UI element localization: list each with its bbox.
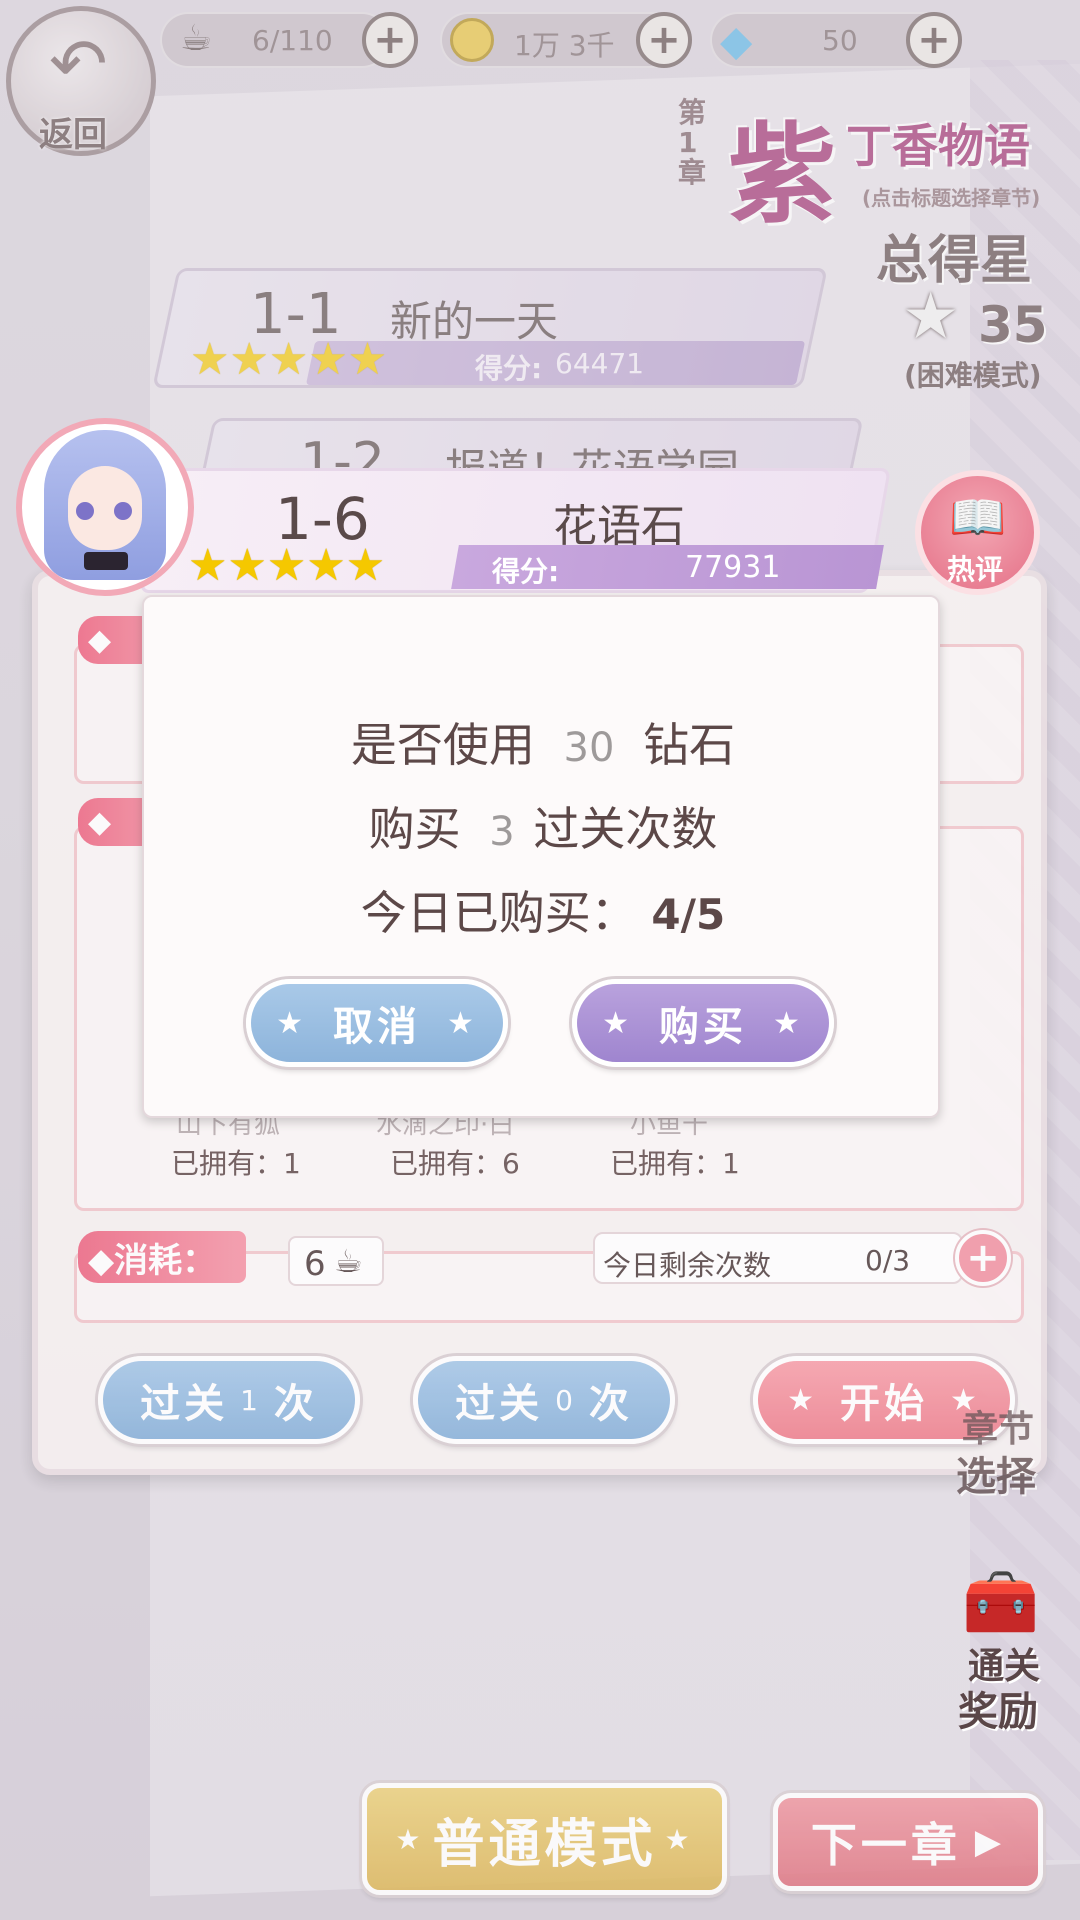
stage-score-label: 得分: [492,555,560,588]
star-icon: ★ [787,1382,818,1418]
reward-owned-3: 已拥有：1 [610,1147,740,1180]
cost-amount-box: 6 ☕ [288,1236,384,1286]
next-chapter-label: 下一章 [810,1818,961,1872]
daily-remaining-value: 0/3 [865,1244,911,1277]
star-icon: ★ [447,1005,478,1041]
book-icon: 📖 [949,490,1007,544]
normal-mode-label: 普通模式 [432,1814,657,1875]
dialog-bought-today-label: 今日已购买： [360,886,637,940]
buy-label: 购买 [659,1004,747,1050]
sweep-once-prefix: 过关 [140,1381,229,1427]
avatar-bow [84,552,128,570]
hot-review-button[interactable]: 📖 热评 [915,470,1040,595]
avatar-eye [114,502,132,520]
clear-reward-bottom-label: 奖励 [958,1689,1038,1735]
dialog-line2-text-a: 购买 [368,802,461,856]
character-avatar [16,418,194,596]
stage-score-value: 77931 [685,550,781,585]
dialog-purchase-count: 3 [489,809,515,855]
cost-tag: ◆消耗： [78,1231,246,1283]
add-attempts-button[interactable]: + [955,1230,1011,1286]
avatar-eye [76,502,94,520]
stage-name: 花语石 [553,501,685,552]
daily-remaining-label: 今日剩余次数 [603,1249,772,1282]
star-icon: ★ [395,1822,425,1856]
treasure-chest-icon: 🧰 [962,1565,1040,1638]
daily-remaining-box: 今日剩余次数 0/3 [593,1232,963,1284]
play-arrow-icon: ▶ [974,1822,1006,1862]
star-icon: ★ [602,1005,633,1041]
dialog-line1-text-b: 钻石 [643,718,736,772]
reward-owned-2: 已拥有：6 [390,1147,520,1180]
sweep-once-suffix: 次 [273,1381,318,1427]
stage-stars: ★★★★★ [188,540,386,591]
sweep-once-button[interactable]: 过关 1 次 [98,1356,360,1444]
sweep-multi-suffix: 次 [588,1381,633,1427]
cancel-label: 取消 [333,1004,421,1050]
clear-reward-button[interactable]: 🧰 通关 奖励 [940,1565,1070,1735]
star-icon: ★ [276,1005,307,1041]
buy-button[interactable]: ★ 购买 ★ [572,979,834,1067]
hot-review-label: 热评 [947,553,1004,586]
sweep-multi-button[interactable]: 过关 0 次 [413,1356,675,1444]
dialog-line-1: 是否使用 30 钻石 [144,709,942,775]
star-icon: ★ [773,1005,804,1041]
dialog-line-2: 购买 3 过关次数 [144,793,942,859]
dialog-line-3: 今日已购买： 4/5 [144,877,942,943]
next-chapter-button[interactable]: 下一章 ▶ [773,1793,1043,1891]
chapter-select-label: 选择 [956,1454,1036,1500]
start-label: 开始 [840,1381,928,1427]
dialog-bought-today-value: 4/5 [651,890,726,939]
cancel-button[interactable]: ★ 取消 ★ [246,979,508,1067]
star-icon: ★ [664,1822,694,1856]
normal-mode-button[interactable]: ★ 普通模式 ★ [362,1783,727,1895]
sweep-multi-prefix: 过关 [455,1381,544,1427]
chapter-select-button[interactable]: 章节 选择 [946,1400,1076,1530]
sweep-multi-count: 0 [555,1383,577,1417]
cost-amount: 6 [304,1244,326,1284]
dialog-diamond-cost: 30 [563,725,615,771]
dialog-line2-text-b: 过关次数 [533,802,718,856]
dialog-line1-text-a: 是否使用 [350,718,535,772]
purchase-confirm-dialog: 是否使用 30 钻石 购买 3 过关次数 今日已购买： 4/5 ★ 取消 ★ ★… [142,595,940,1118]
teacup-icon: ☕ [334,1242,363,1280]
reward-owned-1: 已拥有：1 [171,1147,301,1180]
sweep-once-count: 1 [240,1383,262,1417]
